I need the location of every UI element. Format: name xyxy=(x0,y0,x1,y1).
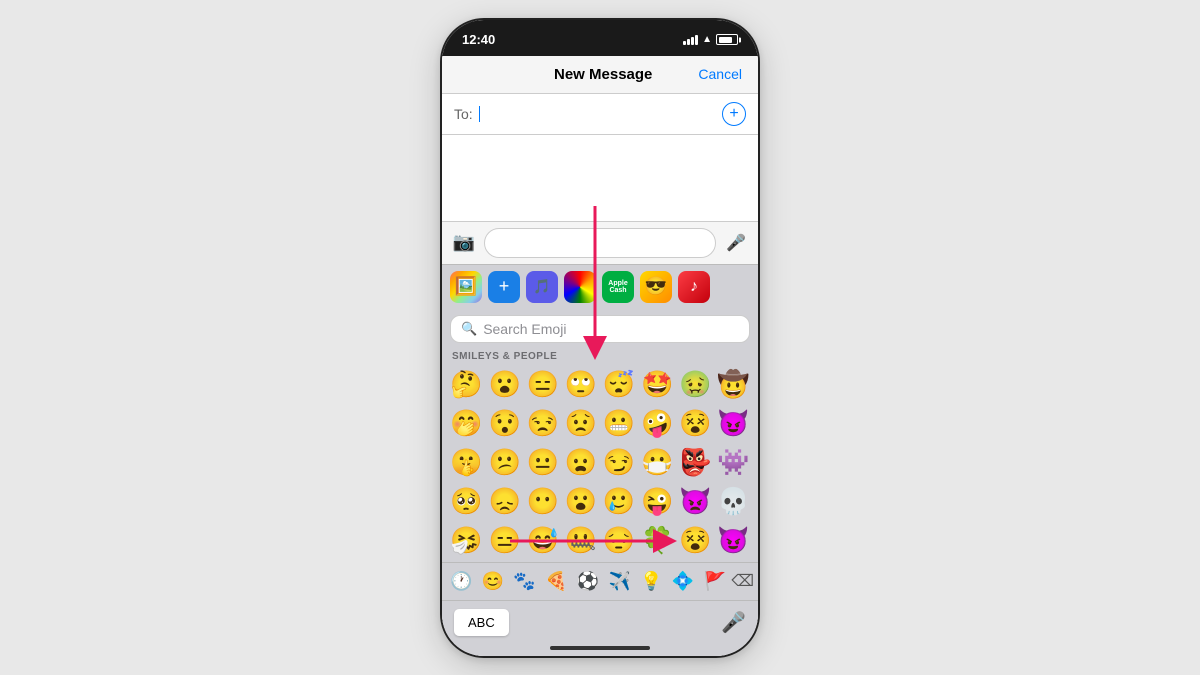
list-item[interactable]: 😒 xyxy=(524,405,561,443)
to-label: To: xyxy=(454,106,473,122)
emoji-keyboard: 🔍 Search Emoji SMILEYS & PEOPLE 🤔 😮 😑 🙄 … xyxy=(442,309,758,642)
search-placeholder: Search Emoji xyxy=(483,321,566,337)
list-item[interactable]: 😈 xyxy=(715,522,752,560)
cash-app-icon[interactable]: AppleCash xyxy=(602,271,634,303)
list-item[interactable]: 😅 xyxy=(524,522,561,560)
list-item[interactable]: 🥲 xyxy=(601,483,638,521)
list-item[interactable]: 🤭 xyxy=(448,405,485,443)
list-item[interactable]: 😯 xyxy=(486,405,523,443)
list-item[interactable]: 🤧 xyxy=(448,522,485,560)
list-item[interactable]: 😈 xyxy=(715,405,752,443)
home-bar xyxy=(550,646,650,650)
cursor xyxy=(479,106,481,122)
list-item[interactable]: 😔 xyxy=(601,522,638,560)
phone-frame: 12:40 ▲ New Message xyxy=(440,18,760,658)
list-item[interactable]: 👿 xyxy=(677,483,714,521)
plus-app-icon[interactable]: + xyxy=(488,271,520,303)
colorful-app-icon[interactable] xyxy=(564,271,596,303)
list-item[interactable]: 🤠 xyxy=(715,366,752,404)
photos-app-icon[interactable]: 🖼️ xyxy=(450,271,482,303)
app-row: 🖼️ + 🎵 AppleCash 😎 ♪ xyxy=(442,264,758,309)
list-item[interactable]: 😬 xyxy=(601,405,638,443)
symbols-icon[interactable]: 💠 xyxy=(668,569,698,594)
list-item[interactable]: 😟 xyxy=(562,405,599,443)
messages-header: New Message Cancel xyxy=(442,56,758,94)
message-area[interactable] xyxy=(442,135,758,221)
home-indicator xyxy=(442,642,758,656)
header-title: New Message xyxy=(554,66,652,83)
mic-icon[interactable]: 🎤 xyxy=(722,229,750,257)
list-item[interactable]: 👾 xyxy=(715,444,752,482)
list-item[interactable]: 🤩 xyxy=(639,366,676,404)
cancel-button[interactable]: Cancel xyxy=(698,66,742,82)
list-item[interactable]: 😮 xyxy=(486,366,523,404)
camera-icon[interactable]: 📷 xyxy=(450,229,478,257)
list-item[interactable]: 🥺 xyxy=(448,483,485,521)
list-item[interactable]: 🤫 xyxy=(448,444,485,482)
list-item[interactable]: 😦 xyxy=(562,444,599,482)
add-recipient-button[interactable]: + xyxy=(722,102,746,126)
status-icons: ▲ xyxy=(683,34,738,45)
list-item[interactable]: 😶 xyxy=(524,483,561,521)
wifi-icon: ▲ xyxy=(702,34,712,45)
input-toolbar: 📷 🎤 xyxy=(442,221,758,264)
food-icon[interactable]: 🍕 xyxy=(541,569,571,594)
memoji-app-icon[interactable]: 😎 xyxy=(640,271,672,303)
music-app-icon[interactable]: ♪ xyxy=(678,271,710,303)
message-input[interactable] xyxy=(484,228,716,258)
list-item[interactable]: 😐 xyxy=(524,444,561,482)
search-icon: 🔍 xyxy=(461,321,477,337)
mic-button[interactable]: 🎤 xyxy=(721,610,746,635)
emoji-category-bar: 🕐 😊 🐾 🍕 ⚽ ✈️ 💡 💠 🚩 ⌫ xyxy=(442,562,758,600)
status-bar: 12:40 ▲ xyxy=(442,20,758,56)
list-item[interactable]: 😷 xyxy=(639,444,676,482)
list-item[interactable]: 🤪 xyxy=(639,405,676,443)
list-item[interactable]: 🍀 xyxy=(639,522,676,560)
recent-icon[interactable]: 🕐 xyxy=(446,569,476,594)
to-field[interactable]: To: + xyxy=(442,94,758,135)
list-item[interactable]: 😴 xyxy=(601,366,638,404)
objects-icon[interactable]: 💡 xyxy=(636,569,666,594)
soundwave-app-icon[interactable]: 🎵 xyxy=(526,271,558,303)
list-item[interactable]: 😕 xyxy=(486,444,523,482)
signal-bars xyxy=(683,35,698,45)
list-item[interactable]: 😏 xyxy=(601,444,638,482)
delete-key[interactable]: ⌫ xyxy=(731,571,754,591)
emoji-search-bar[interactable]: 🔍 Search Emoji xyxy=(450,315,750,343)
list-item[interactable]: 😑 xyxy=(486,522,523,560)
abc-button[interactable]: ABC xyxy=(454,609,509,636)
travel-icon[interactable]: ✈️ xyxy=(605,569,635,594)
smileys-icon[interactable]: 😊 xyxy=(478,569,508,594)
list-item[interactable]: 🤔 xyxy=(448,366,485,404)
status-time: 12:40 xyxy=(462,32,495,47)
list-item[interactable]: 💀 xyxy=(715,483,752,521)
list-item[interactable]: 😮 xyxy=(562,483,599,521)
battery-icon xyxy=(716,34,738,45)
animals-icon[interactable]: 🐾 xyxy=(509,569,539,594)
emoji-grid: 🤔 😮 😑 🙄 😴 🤩 🤢 🤠 🤭 😯 😒 😟 😬 🤪 😵 😈 xyxy=(442,364,758,562)
flags-icon[interactable]: 🚩 xyxy=(700,569,730,594)
list-item[interactable]: 😞 xyxy=(486,483,523,521)
list-item[interactable]: 🤐 xyxy=(562,522,599,560)
list-item[interactable]: 😜 xyxy=(639,483,676,521)
activity-icon[interactable]: ⚽ xyxy=(573,569,603,594)
list-item[interactable]: 😑 xyxy=(524,366,561,404)
list-item[interactable]: 🙄 xyxy=(562,366,599,404)
list-item[interactable]: 🤢 xyxy=(677,366,714,404)
bottom-row: ABC 🎤 xyxy=(442,600,758,642)
list-item[interactable]: 😵 xyxy=(677,522,714,560)
emoji-category-label: SMILEYS & PEOPLE xyxy=(442,349,758,364)
list-item[interactable]: 👺 xyxy=(677,444,714,482)
list-item[interactable]: 😵 xyxy=(677,405,714,443)
